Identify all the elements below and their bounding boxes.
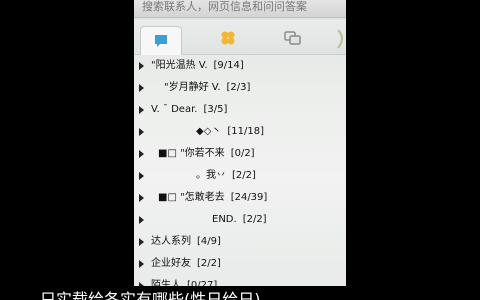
tab-bar: [134, 20, 346, 55]
group-name: 。我丷: [196, 170, 226, 181]
expand-arrow-icon: [139, 172, 144, 180]
expand-arrow-icon: [139, 260, 144, 268]
group-count: [11/18]: [227, 126, 265, 137]
contact-group[interactable]: 企业好友 [2/2]: [134, 254, 346, 274]
contact-group[interactable]: "阳光温热 V. [9/14]: [134, 56, 346, 76]
more-tabs-icon[interactable]: [334, 28, 346, 50]
group-name: ■□ "你若不来: [158, 148, 225, 159]
search-input[interactable]: 搜索联系人，网页信息和问问答案: [134, 0, 346, 18]
contact-group[interactable]: 达人系列 [4/9]: [134, 232, 346, 252]
group-name: ■□ "怎敢老去: [158, 192, 225, 203]
contact-group[interactable]: ■□ "怎敢老去 [24/39]: [134, 188, 346, 208]
group-name: ◆◇丶: [196, 126, 222, 137]
group-count: [4/9]: [197, 236, 221, 247]
group-count: [2/2]: [242, 214, 267, 225]
tab-qzone[interactable]: [208, 24, 248, 52]
group-count: [2/3]: [226, 82, 251, 93]
contact-group[interactable]: ◆◇丶 [11/18]: [134, 122, 346, 142]
group-name: "阳光温热 V.: [151, 60, 208, 71]
group-name: 达人系列: [151, 236, 191, 247]
group-count: [2/2]: [232, 170, 256, 181]
group-name: V. ¯ Dear.: [151, 104, 198, 115]
group-count: [0/2]: [230, 148, 255, 159]
expand-arrow-icon: [139, 128, 144, 136]
video-caption: 只实载给各实有哪些(性日给日): [40, 290, 261, 300]
expand-arrow-icon: [139, 238, 144, 246]
expand-arrow-icon: [139, 194, 144, 202]
group-count: [2/2]: [197, 258, 221, 269]
group-chat-icon: [284, 31, 301, 45]
clover-icon: [221, 31, 235, 45]
tab-contacts[interactable]: [140, 26, 182, 55]
group-name: 企业好友: [151, 258, 191, 269]
chat-bubble-icon: [155, 35, 167, 47]
contact-group[interactable]: 。我丷 [2/2]: [134, 166, 346, 186]
contact-group[interactable]: V. ¯ Dear. [3/5]: [134, 100, 346, 120]
group-count: [3/5]: [203, 104, 228, 115]
group-count: [24/39]: [230, 192, 268, 203]
contact-panel: 搜索联系人，网页信息和问问答案 "阳光温热 V. [9/14] "岁月静好 V.…: [134, 0, 346, 300]
contact-group[interactable]: ■□ "你若不来 [0/2]: [134, 144, 346, 164]
tab-groups[interactable]: [272, 24, 312, 52]
expand-arrow-icon: [139, 84, 144, 92]
group-name: END.: [212, 214, 237, 225]
expand-arrow-icon: [139, 216, 144, 224]
contact-group[interactable]: "岁月静好 V. [2/3]: [134, 78, 346, 98]
expand-arrow-icon: [139, 150, 144, 158]
group-count: [9/14]: [213, 60, 244, 71]
expand-arrow-icon: [139, 62, 144, 70]
expand-arrow-icon: [139, 106, 144, 114]
contact-group[interactable]: END. [2/2]: [134, 210, 346, 230]
group-name: "岁月静好 V.: [164, 82, 221, 93]
